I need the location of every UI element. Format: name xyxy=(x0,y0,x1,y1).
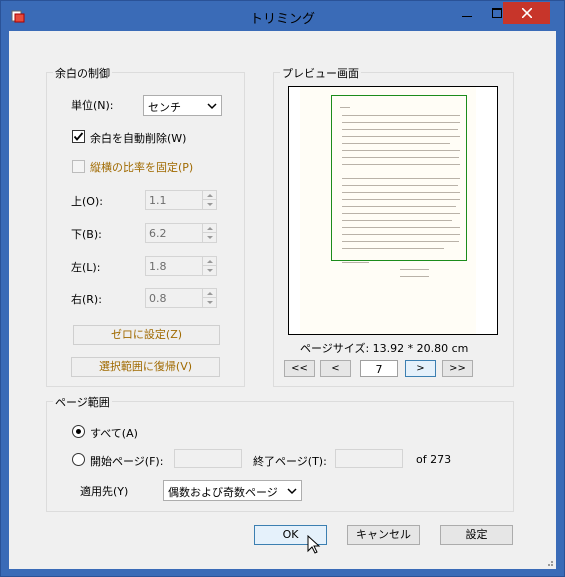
next-page-icon: > xyxy=(416,363,425,374)
preview-text-line xyxy=(342,192,460,193)
first-page-icon: << xyxy=(291,363,308,374)
all-pages-radio[interactable] xyxy=(72,425,85,438)
set-zero-button[interactable]: ゼロに設定(Z) xyxy=(73,325,220,345)
preview-text-line xyxy=(342,136,460,137)
preview-text-line xyxy=(342,206,456,207)
preview-text-line xyxy=(342,129,458,130)
left-margin-value: 1.8 xyxy=(149,260,167,273)
apply-to-select[interactable]: 偶数および奇数ページ xyxy=(163,480,302,501)
preview-text-line xyxy=(342,185,458,186)
preview-text-line xyxy=(400,269,430,270)
top-margin-value: 1.1 xyxy=(149,194,167,207)
right-margin-spin-buttons[interactable] xyxy=(202,289,216,307)
close-icon xyxy=(521,8,532,18)
first-page-button[interactable]: << xyxy=(284,360,315,377)
left-margin-label: 左(L): xyxy=(71,261,101,274)
preview-text-line xyxy=(342,150,460,151)
unit-label: 単位(N): xyxy=(71,99,114,112)
chevron-down-icon xyxy=(207,103,217,110)
auto-trim-label: 余白を自動削除(W) xyxy=(90,132,187,145)
range-radio[interactable] xyxy=(72,453,85,466)
preview-frame xyxy=(288,86,498,335)
top-margin-spin-buttons[interactable] xyxy=(202,191,216,209)
minimize-button[interactable] xyxy=(452,1,482,25)
preview-text-line xyxy=(342,199,460,200)
margin-group-title: 余白の制御 xyxy=(53,65,112,81)
right-margin-value: 0.8 xyxy=(149,292,167,305)
keep-ratio-label: 縦横の比率を固定(P) xyxy=(90,161,194,174)
maximize-icon xyxy=(492,8,502,18)
cancel-button[interactable]: キャンセル xyxy=(347,525,420,545)
chevron-down-icon xyxy=(287,488,297,495)
close-button[interactable] xyxy=(503,2,550,24)
start-page-input[interactable] xyxy=(174,449,242,468)
start-page-label: 開始ページ(F): xyxy=(90,455,164,468)
all-pages-label: すべて(A) xyxy=(90,427,138,440)
page-size-text: ページサイズ: 13.92 * 20.80 cm xyxy=(300,342,469,355)
last-page-button[interactable]: >> xyxy=(442,360,473,377)
settings-button[interactable]: 設定 xyxy=(440,525,513,545)
minimize-icon xyxy=(462,16,472,17)
top-margin-spinner[interactable]: 1.1 xyxy=(145,190,217,210)
preview-text-line xyxy=(342,164,460,165)
preview-text-line xyxy=(342,234,460,235)
preview-text-line xyxy=(342,157,459,158)
page-number-input[interactable]: 7 xyxy=(360,360,398,377)
unit-select[interactable]: センチ xyxy=(143,95,222,116)
restore-selection-button[interactable]: 選択範囲に復帰(V) xyxy=(71,357,220,377)
last-page-icon: >> xyxy=(449,363,466,374)
unit-select-value: センチ xyxy=(148,101,181,114)
page-range-group-title: ページ範囲 xyxy=(53,394,112,410)
prev-page-button[interactable]: < xyxy=(320,360,351,377)
bottom-margin-label: 下(B): xyxy=(71,228,102,241)
preview-text-line xyxy=(342,241,459,242)
right-margin-spinner[interactable]: 0.8 xyxy=(145,288,217,308)
preview-text-line xyxy=(342,220,452,221)
end-page-label: 終了ページ(T): xyxy=(253,455,327,468)
preview-group-title: プレビュー画面 xyxy=(280,65,361,81)
dialog-window: トリミング 余白の制御 単位(N): センチ 余白を自動削除(W) 縦横の比率を… xyxy=(0,0,565,577)
preview-text-line xyxy=(342,115,460,116)
apply-to-label: 適用先(Y) xyxy=(80,485,129,498)
title-bar[interactable]: トリミング xyxy=(1,1,564,31)
end-page-input[interactable] xyxy=(335,449,403,468)
checkmark-icon xyxy=(73,132,84,141)
next-page-button[interactable]: > xyxy=(405,360,436,377)
top-margin-label: 上(O): xyxy=(71,195,103,208)
preview-text-line xyxy=(342,122,460,123)
prev-page-icon: < xyxy=(331,363,340,374)
preview-page xyxy=(300,87,476,334)
bottom-margin-value: 6.2 xyxy=(149,227,167,240)
apply-to-value: 偶数および奇数ページ xyxy=(168,486,278,499)
dialog-client: 余白の制御 単位(N): センチ 余白を自動削除(W) 縦横の比率を固定(P) … xyxy=(9,31,556,569)
preview-text-line xyxy=(342,262,370,263)
preview-text-line xyxy=(342,143,450,144)
preview-text-line xyxy=(342,227,460,228)
keep-ratio-checkbox[interactable] xyxy=(72,160,85,173)
total-pages-text: of 273 xyxy=(416,453,452,466)
left-margin-spin-buttons[interactable] xyxy=(202,257,216,275)
mouse-cursor-icon xyxy=(307,535,321,554)
bottom-margin-spin-buttons[interactable] xyxy=(202,224,216,242)
preview-text-line xyxy=(342,178,460,179)
preview-text-line xyxy=(342,248,444,249)
preview-text-line xyxy=(340,107,350,108)
preview-text-line xyxy=(400,276,430,277)
preview-text-line xyxy=(342,213,460,214)
auto-trim-checkbox[interactable] xyxy=(72,130,85,143)
right-margin-label: 右(R): xyxy=(71,293,102,306)
preview-group: プレビュー画面 ページサイズ: 13.92 * 20.80 cm << < 7 … xyxy=(273,65,514,387)
page-range-group: ページ範囲 すべて(A) 開始ページ(F): 終了ページ(T): of 273 … xyxy=(46,394,514,512)
margin-control-group: 余白の制御 単位(N): センチ 余白を自動削除(W) 縦横の比率を固定(P) … xyxy=(46,65,245,387)
bottom-margin-spinner[interactable]: 6.2 xyxy=(145,223,217,243)
left-margin-spinner[interactable]: 1.8 xyxy=(145,256,217,276)
resize-grip-icon[interactable] xyxy=(544,557,554,567)
